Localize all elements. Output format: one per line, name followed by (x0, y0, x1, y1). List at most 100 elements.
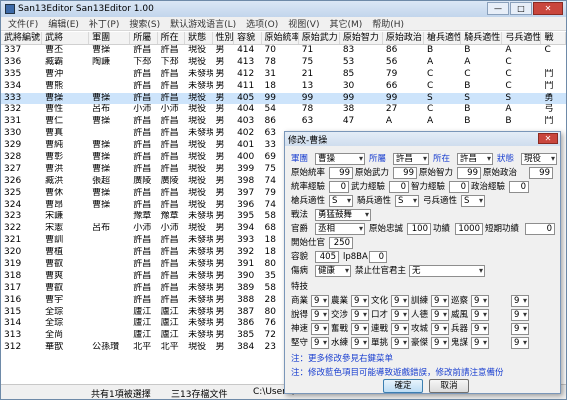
table-cell: 未發現 (188, 282, 213, 293)
location-select[interactable]: 許昌 (457, 153, 493, 165)
table-cell (89, 247, 130, 259)
column-header[interactable]: 原始武力 (299, 32, 340, 44)
skill-level-select[interactable]: 9 (431, 295, 449, 307)
merit-input[interactable]: 1000 (455, 223, 483, 235)
table-row[interactable]: 337 曹丕 曹操 許昌 許昌 現役男 414 70 71 83 86 B B A C (1, 45, 566, 57)
table-cell: 396 (237, 199, 255, 210)
column-header[interactable]: 槍兵適性 (424, 32, 462, 44)
war-exp-input[interactable]: 0 (389, 181, 409, 193)
skill-level-select[interactable]: 9 (471, 337, 489, 349)
menu-item[interactable]: 编辑(E) (43, 17, 84, 30)
skill-level-select[interactable]: 9 (351, 337, 369, 349)
ban-select[interactable]: 无 (409, 265, 485, 277)
menu-item[interactable]: 帮助(H) (367, 17, 409, 30)
health-select[interactable]: 健康 (315, 265, 351, 277)
table-row[interactable]: 335 曹沖 許昌 許昌 未發現男 412 31 21 85 79 C C C 鬥 (1, 69, 566, 81)
int-input[interactable]: 99 (457, 167, 481, 179)
table-row[interactable]: 331 曹仁 曹操 許昌 許昌 現役男 403 86 63 47 A A B B 鬥 (1, 116, 566, 128)
skill-level-select[interactable]: 9 (391, 295, 409, 307)
column-header[interactable]: 原始政治 (383, 32, 424, 44)
cavalry-select[interactable]: S (395, 195, 419, 207)
table-row[interactable]: 336 臧霸 陶謙 下邳 下邳 現役男 413 78 75 53 56 A A C (1, 57, 566, 69)
table-cell: 許昌 (160, 199, 179, 210)
table-row[interactable]: 333 曹操 曹操 許昌 許昌 現役男 405 99 99 99 99 S S S 勇 (1, 92, 566, 105)
debut-input[interactable]: 250 (329, 237, 353, 249)
skill-level-select[interactable]: 9 (311, 337, 329, 349)
face-code-input[interactable]: 0 (369, 251, 387, 263)
skill-level-select[interactable]: 9 (511, 337, 529, 349)
column-header[interactable]: 原始智力 (340, 32, 383, 44)
skill-level-select[interactable]: 9 (511, 309, 529, 321)
skill-level-select[interactable]: 9 (471, 323, 489, 335)
skill-level-select[interactable]: 9 (311, 295, 329, 307)
table-cell: A (427, 56, 434, 67)
skill-level-select[interactable]: 9 (391, 323, 409, 335)
dialog-close-icon[interactable]: ✕ (538, 133, 558, 144)
column-header[interactable]: 所屬 (130, 32, 158, 44)
skill-level-select[interactable]: 9 (391, 337, 409, 349)
table-row[interactable]: 332 曹性 呂布 小沛 小沛 現役男 404 54 78 38 27 C B A 弓 (1, 104, 566, 116)
skill-level-select[interactable]: 9 (471, 309, 489, 321)
menu-item[interactable]: 搜索(S) (124, 17, 165, 30)
spear-select[interactable]: S (329, 195, 353, 207)
table-row[interactable]: 334 曹熊 許昌 許昌 未發現男 411 18 13 30 66 C B C 鬥 (1, 81, 566, 93)
column-header[interactable]: 騎兵適性 (461, 32, 503, 44)
table-cell: C (544, 45, 551, 55)
int-exp-input[interactable]: 0 (449, 181, 469, 193)
bow-select[interactable]: S (461, 195, 485, 207)
table-cell: 許昌 (133, 187, 152, 198)
skill-level-select[interactable]: 9 (351, 323, 369, 335)
skill-level-select[interactable]: 9 (511, 295, 529, 307)
column-header[interactable]: 軍團 (89, 32, 131, 44)
cancel-button[interactable]: 取消 (429, 379, 469, 393)
column-header[interactable]: 狀態 (185, 32, 213, 44)
column-header[interactable]: 武將 (42, 32, 90, 44)
menu-item[interactable]: 视图(V) (283, 17, 324, 30)
war-input[interactable]: 99 (393, 167, 417, 179)
lead-exp-input[interactable]: 0 (329, 181, 349, 193)
column-header[interactable]: 所在 (158, 32, 186, 44)
short-merit-input[interactable]: 0 (525, 223, 555, 235)
table-cell: 未發現 (188, 259, 213, 270)
menu-item[interactable]: 补丁(P) (84, 17, 124, 30)
face-input[interactable]: 405 (315, 251, 339, 263)
belong-select[interactable]: 許昌 (393, 153, 429, 165)
lead-input[interactable]: 99 (329, 167, 353, 179)
table-cell: 男 (215, 294, 225, 305)
column-header[interactable]: 性別 (213, 32, 235, 44)
column-header[interactable]: 原始統率 (262, 32, 299, 44)
skill-level-select[interactable]: 9 (391, 309, 409, 321)
skill-level-select[interactable]: 9 (511, 323, 529, 335)
menu-item[interactable]: 选项(O) (241, 17, 283, 30)
skill-level-select[interactable]: 9 (431, 309, 449, 321)
pol-input[interactable]: 99 (529, 167, 553, 179)
skill-level-select[interactable]: 9 (311, 323, 329, 335)
skill-level-select[interactable]: 9 (431, 323, 449, 335)
menu-item[interactable]: 其它(M) (324, 17, 367, 30)
maximize-icon[interactable]: □ (510, 2, 532, 15)
skill-level-select[interactable]: 9 (351, 295, 369, 307)
menu-item[interactable]: 文件(F) (3, 17, 43, 30)
column-header[interactable]: 弓兵適性 (502, 32, 542, 44)
skill-level-select[interactable]: 9 (311, 309, 329, 321)
table-cell: 現役 (188, 175, 207, 186)
column-header[interactable]: 武將編號 (1, 32, 43, 44)
army-select[interactable]: 曹操 (315, 153, 365, 165)
skill-label: 豪傑 (411, 338, 429, 348)
table-cell: 許昌 (160, 235, 179, 246)
loyalty-input[interactable]: 100 (407, 223, 431, 235)
menu-item[interactable]: 默认游戏语言(L) (165, 17, 241, 30)
status-select[interactable]: 現役 (521, 153, 557, 165)
skill-level-select[interactable]: 9 (471, 295, 489, 307)
tactic-select[interactable]: 勇猛鼓舞 (315, 209, 371, 221)
skill-level-select[interactable]: 9 (351, 309, 369, 321)
column-header[interactable]: 容貌 (234, 32, 262, 44)
table-cell: 現役 (188, 163, 207, 174)
minimize-icon[interactable]: — (487, 2, 509, 15)
close-icon[interactable]: ✕ (533, 2, 563, 15)
pol-exp-input[interactable]: 0 (509, 181, 529, 193)
column-header[interactable]: 戰 (541, 32, 566, 44)
rank-select[interactable]: 丞相 (315, 223, 365, 235)
ok-button[interactable]: 確定 (383, 379, 423, 393)
skill-level-select[interactable]: 9 (431, 337, 449, 349)
